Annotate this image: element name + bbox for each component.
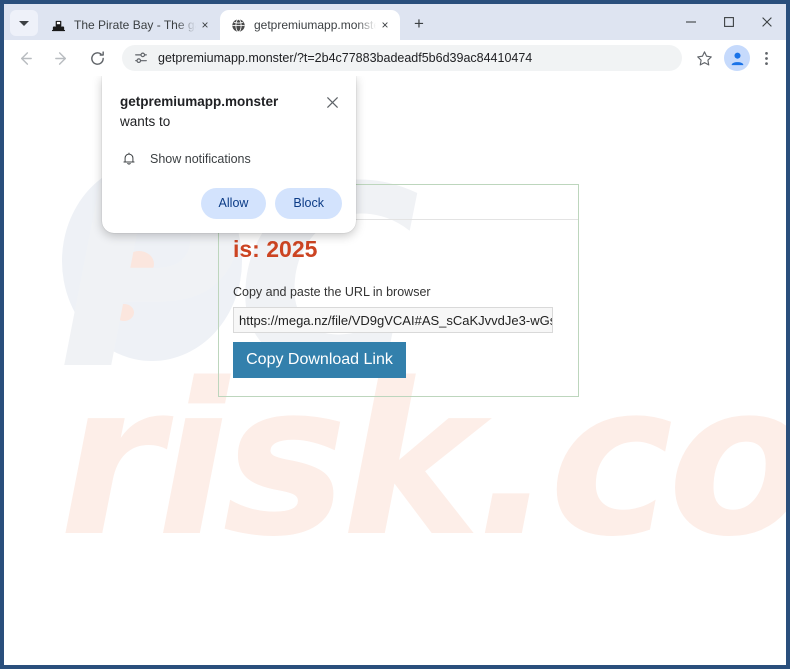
- allow-button[interactable]: Allow: [200, 187, 267, 219]
- block-button[interactable]: Block: [275, 187, 342, 219]
- bookmark-star-icon[interactable]: [690, 44, 718, 72]
- download-url-input[interactable]: https://mega.nz/file/VD9gVCAI#AS_sCaKJvv…: [233, 307, 553, 333]
- copy-download-link-button[interactable]: Copy Download Link: [233, 342, 406, 378]
- watermark-dot: [124, 251, 154, 277]
- tab-title: The Pirate Bay - The galaxy's m: [74, 18, 196, 32]
- tab-getpremiumapp[interactable]: getpremiumapp.monster/?t=2b ×: [220, 10, 400, 40]
- site-settings-icon[interactable]: [132, 49, 150, 67]
- pirate-bay-icon: [50, 17, 66, 33]
- permission-header: getpremiumapp.monster wants to: [120, 92, 342, 133]
- permission-actions: Allow Block: [120, 187, 342, 219]
- profile-avatar[interactable]: [724, 45, 750, 71]
- bell-icon: [120, 150, 138, 168]
- tab-strip: The Pirate Bay - The galaxy's m × getpre…: [4, 4, 786, 40]
- address-bar[interactable]: getpremiumapp.monster/?t=2b4c77883badead…: [122, 45, 682, 71]
- watermark-dot: [114, 304, 134, 321]
- tab-title: getpremiumapp.monster/?t=2b: [254, 18, 376, 32]
- reload-button[interactable]: [82, 43, 112, 73]
- chevron-down-icon: [19, 20, 29, 26]
- page-viewport: PC risk.com ady... is: 2025 Copy and pas…: [4, 76, 786, 665]
- watermark-dot: [170, 281, 186, 295]
- address-bar-text: getpremiumapp.monster/?t=2b4c77883badead…: [158, 51, 533, 65]
- tab-close-button[interactable]: ×: [376, 16, 394, 34]
- back-button[interactable]: [10, 43, 40, 73]
- globe-icon: [230, 17, 246, 33]
- new-tab-button[interactable]: +: [406, 10, 432, 36]
- permission-request-label: Show notifications: [150, 151, 251, 166]
- card-headline: is: 2025: [233, 236, 318, 262]
- copy-instruction-label: Copy and paste the URL in browser: [233, 285, 431, 299]
- browser-toolbar: getpremiumapp.monster/?t=2b4c77883badead…: [4, 40, 786, 76]
- browser-window: The Pirate Bay - The galaxy's m × getpre…: [0, 0, 790, 669]
- tab-pirate-bay[interactable]: The Pirate Bay - The galaxy's m ×: [40, 10, 220, 40]
- tab-close-button[interactable]: ×: [196, 16, 214, 34]
- permission-request-row: Show notifications: [120, 150, 342, 168]
- toolbar-actions: [688, 44, 786, 72]
- permission-origin: getpremiumapp.monster: [120, 94, 279, 109]
- browser-menu-icon[interactable]: [752, 44, 780, 72]
- close-window-button[interactable]: [748, 5, 786, 39]
- card-body: is: 2025 Copy and paste the URL in brows…: [219, 220, 578, 396]
- minimize-button[interactable]: [672, 5, 710, 39]
- forward-button[interactable]: [46, 43, 76, 73]
- permission-title: getpremiumapp.monster wants to: [120, 92, 322, 133]
- close-icon[interactable]: [322, 92, 342, 112]
- window-controls: [672, 4, 786, 40]
- notification-permission-bubble: getpremiumapp.monster wants to Show noti…: [102, 76, 356, 233]
- maximize-button[interactable]: [710, 5, 748, 39]
- permission-title-suffix: wants to: [120, 114, 171, 130]
- tab-search-button[interactable]: [10, 10, 38, 36]
